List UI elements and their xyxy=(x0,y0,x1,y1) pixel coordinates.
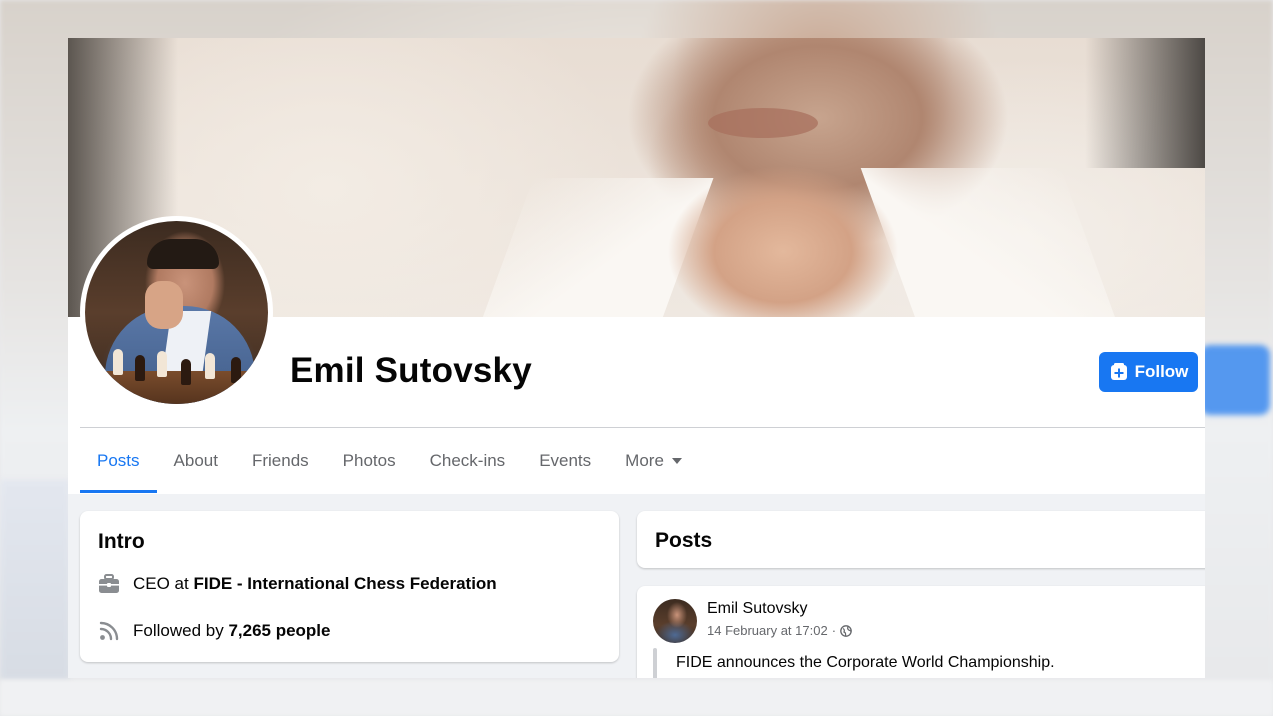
rss-icon xyxy=(97,619,121,643)
briefcase-icon xyxy=(97,572,121,596)
profile-tabs: Posts About Friends Photos Check-ins Eve… xyxy=(80,429,699,493)
profile-picture[interactable] xyxy=(80,216,273,409)
intro-title: Intro xyxy=(98,530,145,553)
caret-down-icon xyxy=(671,458,682,464)
post-timestamp[interactable]: 14 February at 17:02 xyxy=(707,623,828,638)
post-author-avatar[interactable] xyxy=(653,599,697,643)
tab-friends[interactable]: Friends xyxy=(235,429,326,493)
tab-check-ins[interactable]: Check-ins xyxy=(413,429,523,493)
follow-button-label: Follow xyxy=(1134,362,1189,381)
post-author-name[interactable]: Emil Sutovsky xyxy=(707,600,807,618)
follow-button[interactable]: Follow xyxy=(1099,352,1198,392)
tab-posts[interactable]: Posts xyxy=(80,429,157,493)
tab-photos[interactable]: Photos xyxy=(326,429,413,493)
blurred-background-button xyxy=(1200,345,1270,415)
post-meta-separator: · xyxy=(831,623,837,638)
intro-followers-count[interactable]: 7,265 people xyxy=(228,621,330,640)
tab-about[interactable]: About xyxy=(157,429,235,493)
header-divider xyxy=(80,427,1205,428)
intro-card: Intro CEO at FIDE - International Chess … xyxy=(80,511,619,662)
profile-page: Emil Sutovsky Follow Posts About Friends… xyxy=(68,38,1205,678)
tab-events[interactable]: Events xyxy=(522,429,608,493)
profile-name: Emil Sutovsky xyxy=(290,351,532,390)
globe-icon xyxy=(840,624,852,637)
post-text: FIDE announces the Corporate World Champ… xyxy=(676,654,1055,671)
tab-more[interactable]: More xyxy=(608,429,699,493)
intro-followers: Followed by 7,265 people xyxy=(97,619,331,643)
profile-avatar-image xyxy=(85,221,268,404)
post-card: Emil Sutovsky 14 February at 17:02 · FID… xyxy=(637,586,1205,678)
follow-plus-icon xyxy=(1110,363,1127,380)
blurred-background-left xyxy=(0,480,70,680)
post-quote-bar xyxy=(653,648,657,678)
posts-section-title: Posts xyxy=(655,529,713,552)
blurred-background-bottom xyxy=(0,680,1273,716)
intro-work: CEO at FIDE - International Chess Federa… xyxy=(97,572,497,596)
post-meta: 14 February at 17:02 · xyxy=(707,623,852,638)
posts-section-header: Posts xyxy=(637,511,1205,568)
intro-work-org[interactable]: FIDE - International Chess Federation xyxy=(193,574,496,593)
